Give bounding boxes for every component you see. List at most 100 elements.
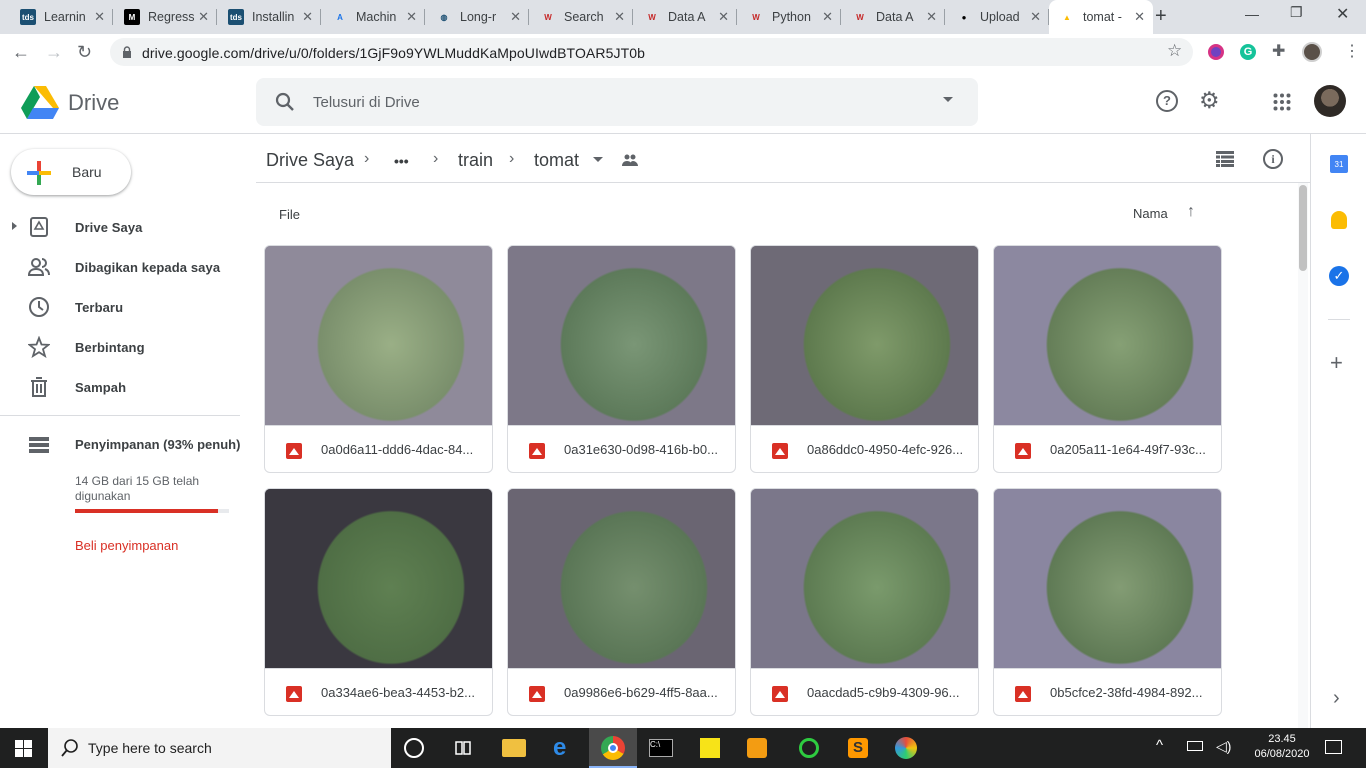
breadcrumb-root[interactable]: Drive Saya bbox=[266, 150, 354, 171]
sort-by-name[interactable]: Nama bbox=[1133, 206, 1168, 221]
tab-close-icon[interactable]: ✕ bbox=[198, 9, 209, 25]
windows-start-icon[interactable] bbox=[15, 740, 32, 757]
file-card[interactable]: 0aacdad5-c9b9-4309-96... bbox=[750, 488, 979, 716]
tab-close-icon[interactable]: ✕ bbox=[926, 9, 937, 25]
file-card[interactable]: 0a205a11-1e64-49f7-93c... bbox=[993, 245, 1222, 473]
keep-icon[interactable] bbox=[1331, 211, 1347, 229]
browser-tab[interactable]: W Search ✕ bbox=[530, 0, 633, 34]
grammarly-icon[interactable]: G bbox=[1240, 44, 1256, 60]
help-icon[interactable]: ? bbox=[1156, 90, 1178, 112]
tab-close-icon[interactable]: ✕ bbox=[1030, 9, 1041, 25]
extension-icon[interactable] bbox=[1208, 44, 1224, 60]
breadcrumb-current[interactable]: tomat bbox=[534, 150, 579, 171]
browser-tab[interactable]: ◍ Long-r ✕ bbox=[426, 0, 529, 34]
nav-item-starred[interactable]: Berbintang bbox=[0, 327, 256, 367]
minimize-button[interactable]: — bbox=[1245, 6, 1259, 22]
file-thumbnail[interactable] bbox=[508, 489, 735, 668]
taskbar-search-input[interactable]: Type here to search bbox=[88, 740, 212, 756]
add-addon-icon[interactable]: + bbox=[1330, 350, 1343, 376]
file-explorer-icon[interactable] bbox=[502, 739, 526, 757]
drive-logo-icon[interactable] bbox=[21, 86, 59, 119]
extensions-puzzle-icon[interactable]: ✚ bbox=[1272, 41, 1285, 61]
tab-close-icon[interactable]: ✕ bbox=[822, 9, 833, 25]
search-input[interactable]: Telusuri di Drive bbox=[313, 94, 420, 111]
tab-close-icon[interactable]: ✕ bbox=[718, 9, 729, 25]
sublime-text-icon[interactable]: S bbox=[848, 738, 868, 758]
tab-close-icon[interactable]: ✕ bbox=[94, 9, 105, 25]
search-icon[interactable] bbox=[275, 92, 295, 112]
file-thumbnail[interactable] bbox=[751, 489, 978, 668]
file-card[interactable]: 0a0d6a11-ddd6-4dac-84... bbox=[264, 245, 493, 473]
browser-tab[interactable]: A Machin ✕ bbox=[322, 0, 425, 34]
tasks-icon[interactable]: ✓ bbox=[1329, 266, 1349, 286]
scrollbar-thumb[interactable] bbox=[1299, 185, 1307, 271]
tab-close-icon[interactable]: ✕ bbox=[614, 9, 625, 25]
apps-grid-icon[interactable] bbox=[1273, 93, 1291, 111]
settings-gear-icon[interactable]: ⚙ bbox=[1199, 87, 1220, 114]
file-card[interactable]: 0a31e630-0d98-416b-b0... bbox=[507, 245, 736, 473]
tab-close-icon[interactable]: ✕ bbox=[510, 9, 521, 25]
file-card[interactable]: 0a334ae6-bea3-4453-b2... bbox=[264, 488, 493, 716]
close-window-button[interactable]: ✕ bbox=[1336, 4, 1349, 24]
drive-logo-text[interactable]: Drive bbox=[68, 90, 119, 116]
maximize-button[interactable]: ❐ bbox=[1290, 4, 1303, 21]
expand-panel-chevron-icon[interactable]: › bbox=[1333, 687, 1340, 710]
storage-label[interactable]: Penyimpanan (93% penuh) bbox=[75, 437, 240, 452]
browser-tab[interactable]: W Python ✕ bbox=[738, 0, 841, 34]
browser-menu-icon[interactable]: ⋮ bbox=[1344, 41, 1360, 61]
tab-close-icon[interactable]: ✕ bbox=[1134, 9, 1145, 25]
forward-icon[interactable]: → bbox=[45, 42, 63, 62]
browser-tab[interactable]: W Data A ✕ bbox=[634, 0, 737, 34]
task-view-icon[interactable] bbox=[452, 736, 476, 760]
file-thumbnail[interactable] bbox=[265, 489, 492, 668]
reload-icon[interactable]: ↻ bbox=[77, 42, 92, 62]
drive-search-box[interactable]: Telusuri di Drive bbox=[256, 78, 978, 126]
volume-icon[interactable]: ◁) bbox=[1216, 738, 1231, 755]
tab-close-icon[interactable]: ✕ bbox=[302, 9, 313, 25]
nav-item-trash[interactable]: Sampah bbox=[0, 367, 256, 407]
notifications-icon[interactable] bbox=[1325, 740, 1342, 754]
folder-menu-dropdown-icon[interactable] bbox=[593, 157, 603, 162]
nav-item-recent[interactable]: Terbaru bbox=[0, 287, 256, 327]
file-thumbnail[interactable] bbox=[994, 489, 1221, 668]
file-thumbnail[interactable] bbox=[994, 246, 1221, 425]
search-options-dropdown-icon[interactable] bbox=[943, 97, 953, 102]
cortana-icon[interactable] bbox=[404, 738, 424, 758]
sticky-notes-icon[interactable] bbox=[700, 738, 720, 758]
sync-app-icon[interactable] bbox=[799, 738, 819, 758]
address-bar[interactable]: drive.google.com/drive/u/0/folders/1GjF9… bbox=[110, 38, 1193, 66]
tray-expand-icon[interactable]: ^ bbox=[1156, 737, 1163, 754]
profile-avatar[interactable] bbox=[1302, 42, 1322, 62]
chrome-taskbar-active[interactable] bbox=[589, 728, 637, 768]
tab-close-icon[interactable]: ✕ bbox=[406, 9, 417, 25]
breadcrumb-parent[interactable]: train bbox=[458, 150, 493, 171]
nav-item-my-drive[interactable]: Drive Saya bbox=[0, 207, 256, 247]
taskbar-search-box[interactable]: Type here to search bbox=[48, 728, 391, 768]
browser-tab[interactable]: ● Upload ✕ bbox=[946, 0, 1049, 34]
browser-tab[interactable]: ▲ tomat - ✕ bbox=[1049, 0, 1153, 34]
sort-direction-arrow-icon[interactable]: ↑ bbox=[1187, 203, 1195, 221]
edge-browser-icon[interactable]: e bbox=[553, 736, 577, 760]
file-thumbnail[interactable] bbox=[265, 246, 492, 425]
browser-tab[interactable]: M Regress ✕ bbox=[114, 0, 217, 34]
new-button[interactable]: Baru bbox=[11, 149, 131, 195]
back-icon[interactable]: ← bbox=[12, 42, 30, 62]
file-thumbnail[interactable] bbox=[751, 246, 978, 425]
file-card[interactable]: 0b5cfce2-38fd-4984-892... bbox=[993, 488, 1222, 716]
breadcrumb-more[interactable]: ••• bbox=[394, 153, 409, 169]
calendar-icon[interactable]: 31 bbox=[1330, 155, 1348, 173]
browser-tab[interactable]: W Data A ✕ bbox=[842, 0, 945, 34]
terminal-icon[interactable]: C:\ bbox=[649, 739, 673, 757]
bookmark-star-icon[interactable]: ☆ bbox=[1167, 41, 1182, 61]
browser-tab[interactable]: tds Installin ✕ bbox=[218, 0, 321, 34]
taskbar-clock[interactable]: 23.45 06/08/2020 bbox=[1244, 732, 1320, 762]
file-card[interactable]: 0a86ddc0-4950-4efc-926... bbox=[750, 245, 979, 473]
paint-icon[interactable] bbox=[895, 737, 917, 759]
nav-item-shared-with-me[interactable]: Dibagikan kepada saya bbox=[0, 247, 256, 287]
browser-tab[interactable]: tds Learnin ✕ bbox=[10, 0, 113, 34]
details-info-icon[interactable]: i bbox=[1263, 149, 1283, 169]
battery-icon[interactable] bbox=[1187, 741, 1203, 751]
new-tab-button[interactable]: + bbox=[1155, 5, 1167, 28]
media-player-icon[interactable] bbox=[747, 738, 767, 758]
buy-storage-link[interactable]: Beli penyimpanan bbox=[75, 538, 178, 553]
